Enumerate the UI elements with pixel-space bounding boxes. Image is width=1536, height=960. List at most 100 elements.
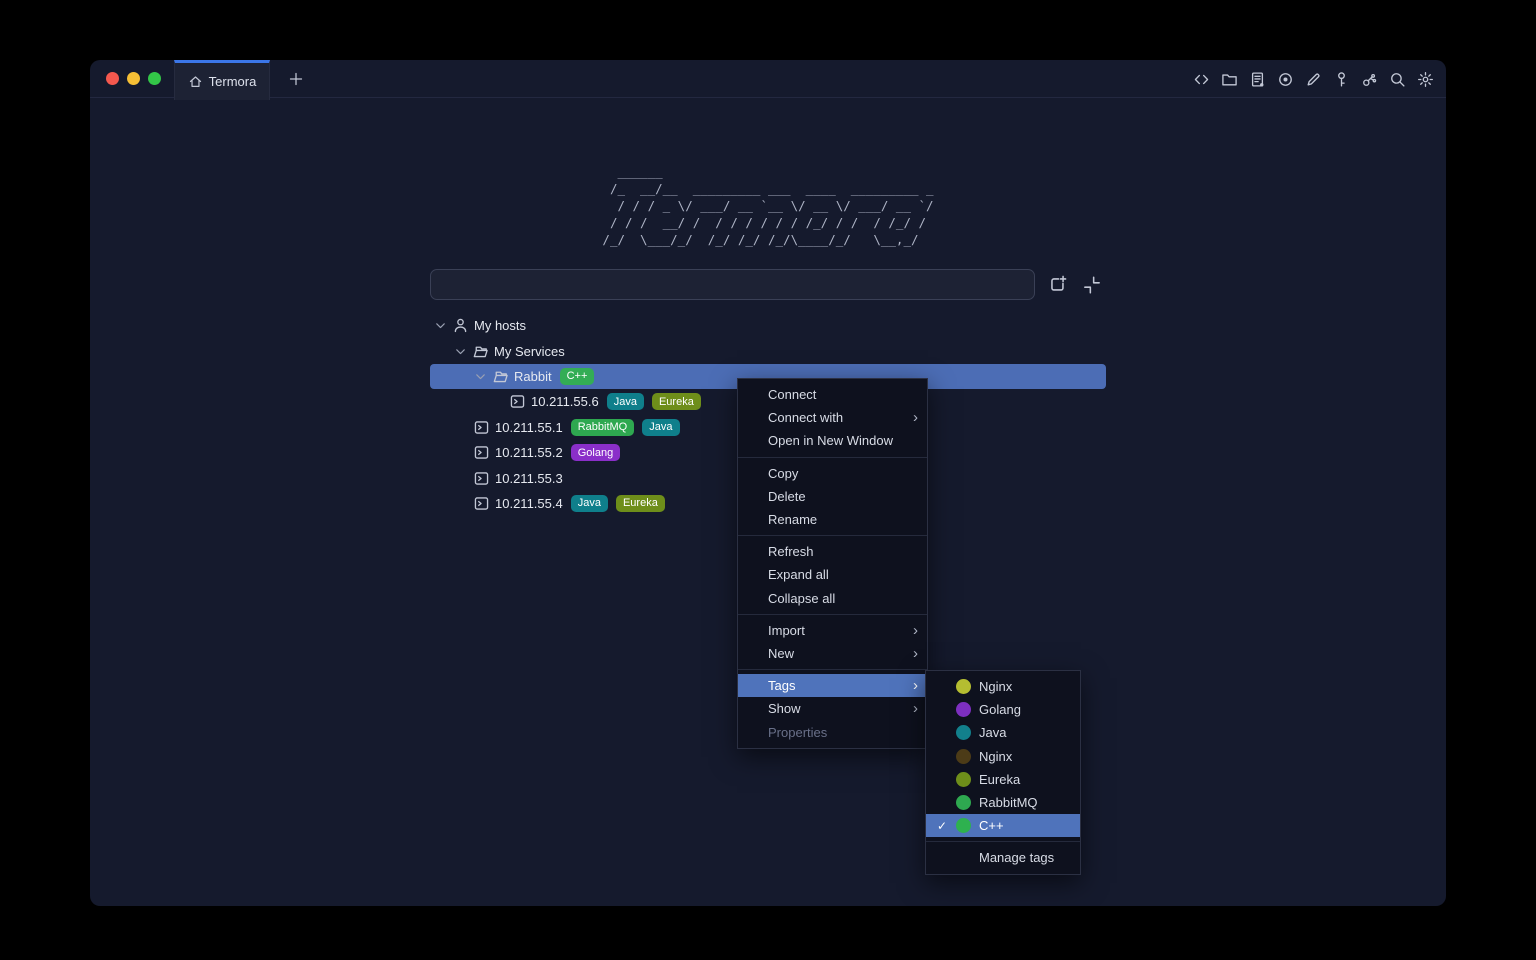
tree-item-label: 10.211.55.1 bbox=[495, 420, 563, 435]
collapse-all-button[interactable] bbox=[1081, 274, 1103, 296]
menu-item-label: Connect bbox=[768, 387, 816, 402]
menu-item-manage-tags[interactable]: Manage tags bbox=[926, 846, 1080, 869]
menu-item-label: Copy bbox=[768, 466, 798, 481]
chevron-down-icon[interactable] bbox=[453, 344, 468, 359]
menu-separator bbox=[926, 841, 1080, 842]
menu-item-collapse-all[interactable]: Collapse all bbox=[738, 587, 927, 610]
key-icon[interactable] bbox=[1333, 71, 1350, 88]
search-input[interactable] bbox=[430, 269, 1035, 300]
user-icon bbox=[452, 317, 469, 334]
tag-option-c-[interactable]: ✓ C++ bbox=[926, 814, 1080, 837]
menu-item-expand-all[interactable]: Expand all bbox=[738, 563, 927, 586]
titlebar-toolbar bbox=[1193, 60, 1434, 98]
menu-item-label: Tags bbox=[768, 678, 795, 693]
tag-badge-rabbitmq: RabbitMQ bbox=[571, 419, 635, 436]
tree-item-label: 10.211.55.6 bbox=[531, 394, 599, 409]
tree-item-label: 10.211.55.2 bbox=[495, 445, 563, 460]
menu-item-open-in-new-window[interactable]: Open in New Window bbox=[738, 429, 927, 452]
menu-item-label: Expand all bbox=[768, 567, 829, 582]
menu-item-delete[interactable]: Delete bbox=[738, 485, 927, 508]
menu-item-properties: Properties bbox=[738, 720, 927, 743]
close-button[interactable] bbox=[106, 72, 119, 85]
tag-option-label: C++ bbox=[979, 818, 1004, 833]
new-tab-button[interactable] bbox=[284, 67, 308, 91]
chevron-down-icon[interactable] bbox=[473, 369, 488, 384]
folder-icon[interactable] bbox=[1221, 71, 1238, 88]
app-window: Termora ______ /_ __/__ _________ ___ __… bbox=[90, 60, 1446, 906]
window-controls bbox=[106, 72, 161, 85]
zoom-button[interactable] bbox=[148, 72, 161, 85]
terminal-icon bbox=[473, 470, 490, 487]
menu-item-label: Properties bbox=[768, 725, 827, 740]
menu-separator bbox=[738, 457, 927, 458]
tag-option-eureka[interactable]: Eureka bbox=[926, 768, 1080, 791]
tab-termora[interactable]: Termora bbox=[174, 60, 270, 100]
menu-item-label: Open in New Window bbox=[768, 433, 893, 448]
menu-item-rename[interactable]: Rename bbox=[738, 508, 927, 531]
code-icon[interactable] bbox=[1193, 71, 1210, 88]
menu-item-copy[interactable]: Copy bbox=[738, 462, 927, 485]
menu-item-refresh[interactable]: Refresh bbox=[738, 540, 927, 563]
tag-option-label: Golang bbox=[979, 702, 1021, 717]
terminal-icon bbox=[473, 495, 490, 512]
tree-item-label: 10.211.55.4 bbox=[495, 496, 563, 511]
record-icon[interactable] bbox=[1277, 71, 1294, 88]
tag-badge-golang: Golang bbox=[571, 444, 620, 461]
terminal-icon bbox=[509, 393, 526, 410]
tag-color-dot bbox=[956, 818, 971, 833]
search-icon[interactable] bbox=[1389, 71, 1406, 88]
keychain-icon[interactable] bbox=[1361, 71, 1378, 88]
menu-item-connect-with[interactable]: Connect with › bbox=[738, 406, 927, 429]
menu-item-label: Import bbox=[768, 623, 805, 638]
folder-open-icon bbox=[472, 343, 489, 360]
tag-option-java[interactable]: Java bbox=[926, 721, 1080, 744]
tag-option-nginx[interactable]: Nginx bbox=[926, 745, 1080, 768]
menu-item-new[interactable]: New› bbox=[738, 642, 927, 665]
menu-item-import[interactable]: Import › bbox=[738, 619, 927, 642]
edit-icon[interactable] bbox=[1305, 71, 1322, 88]
submenu-arrow-icon: › bbox=[913, 623, 918, 638]
tag-option-nginx[interactable]: Nginx bbox=[926, 675, 1080, 698]
tab-title: Termora bbox=[209, 74, 257, 89]
settings-icon[interactable] bbox=[1417, 71, 1434, 88]
menu-item-tags[interactable]: Tags › bbox=[738, 674, 927, 697]
chevron-down-icon[interactable] bbox=[433, 318, 448, 333]
tag-badge-eureka: Eureka bbox=[652, 393, 701, 410]
minimize-button[interactable] bbox=[127, 72, 140, 85]
submenu-arrow-icon: › bbox=[913, 678, 918, 693]
tree-item-label: Rabbit bbox=[514, 369, 552, 384]
tag-badge-c-: C++ bbox=[560, 368, 595, 385]
tag-badge-java: Java bbox=[571, 495, 608, 512]
menu-item-show[interactable]: Show › bbox=[738, 697, 927, 720]
home-icon bbox=[188, 74, 203, 89]
tag-badge-eureka: Eureka bbox=[616, 495, 665, 512]
menu-separator bbox=[738, 535, 927, 536]
menu-item-label: Connect with bbox=[768, 410, 843, 425]
menu-separator bbox=[738, 669, 927, 670]
log-icon[interactable] bbox=[1249, 71, 1266, 88]
tree-item-label: My Services bbox=[494, 344, 565, 359]
tags-submenu: Nginx Golang Java Nginx Eureka RabbitMQ ✓ C++ Ma… bbox=[925, 670, 1081, 875]
tag-option-label: Eureka bbox=[979, 772, 1020, 787]
tree-item-my-services[interactable]: My Services bbox=[430, 338, 1106, 363]
tag-option-rabbitmq[interactable]: RabbitMQ bbox=[926, 791, 1080, 814]
terminal-icon bbox=[473, 419, 490, 436]
menu-item-connect[interactable]: Connect bbox=[738, 383, 927, 406]
submenu-arrow-icon: › bbox=[913, 701, 918, 716]
search-row bbox=[430, 269, 1106, 300]
menu-item-label: Rename bbox=[768, 512, 817, 527]
menu-item-label: Show bbox=[768, 701, 801, 716]
context-menu: Connect Connect with › Open in New Window Co… bbox=[737, 378, 928, 749]
menu-item-label: New bbox=[768, 646, 794, 661]
checkmark-icon: ✓ bbox=[934, 819, 950, 833]
add-host-button[interactable] bbox=[1047, 274, 1069, 296]
tree-item-label: 10.211.55.3 bbox=[495, 471, 563, 486]
terminal-icon bbox=[473, 444, 490, 461]
tag-option-label: Nginx bbox=[979, 749, 1012, 764]
tag-badge-java: Java bbox=[642, 419, 679, 436]
tag-option-golang[interactable]: Golang bbox=[926, 698, 1080, 721]
tree-item-label: My hosts bbox=[474, 318, 526, 333]
tag-color-dot bbox=[956, 702, 971, 717]
submenu-arrow-icon: › bbox=[913, 410, 918, 425]
tree-item-my-hosts[interactable]: My hosts bbox=[430, 313, 1106, 338]
